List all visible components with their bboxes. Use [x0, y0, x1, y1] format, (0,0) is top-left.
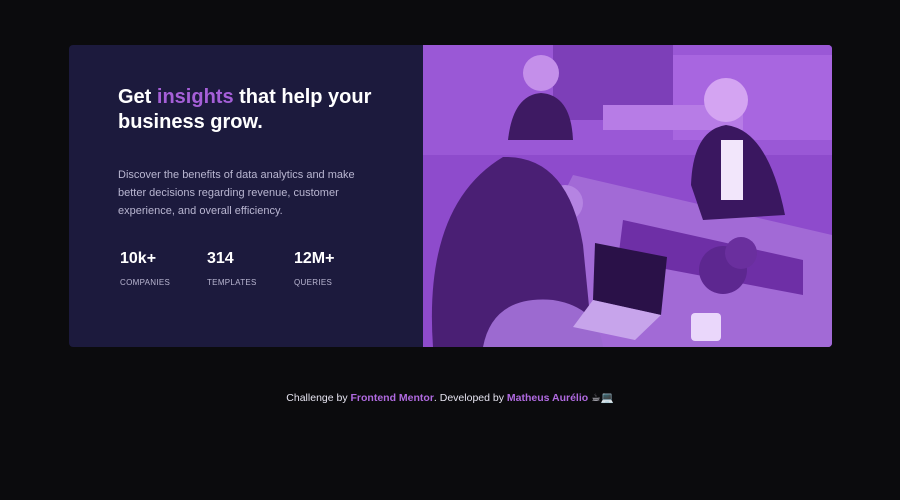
card-content: Get insights that help your business gro… [69, 45, 423, 347]
attribution: Challenge by Frontend Mentor. Developed … [0, 391, 900, 404]
stats-preview-card: Get insights that help your business gro… [69, 45, 832, 347]
attribution-prefix: Challenge by [286, 392, 351, 404]
stat-templates: 314 TEMPLATES [207, 249, 294, 287]
stat-queries: 12M+ QUERIES [294, 249, 381, 287]
headline-prefix: Get [118, 86, 157, 108]
author-link[interactable]: Matheus Aurélio [507, 392, 588, 404]
stat-value: 12M+ [294, 250, 335, 267]
header-image [423, 45, 832, 347]
card-headline: Get insights that help your business gro… [118, 85, 378, 135]
stat-value: 10k+ [120, 250, 157, 267]
stat-label: TEMPLATES [207, 278, 257, 287]
card-description: Discover the benefits of data analytics … [118, 169, 355, 217]
attribution-middle: . Developed by [433, 392, 507, 404]
people-working-icon [423, 45, 832, 347]
coffee-laptop-icon: ☕💻 [591, 392, 614, 404]
headline-accent: insights [156, 86, 234, 108]
frontend-mentor-link[interactable]: Frontend Mentor [351, 392, 434, 404]
stat-label: COMPANIES [120, 278, 171, 287]
stat-companies: 10k+ COMPANIES [120, 249, 207, 287]
stat-value: 314 [207, 250, 234, 267]
stats-list: 10k+ COMPANIES 314 TEMPLATES 12M+ QUERIE… [120, 249, 381, 287]
stat-label: QUERIES [294, 278, 333, 287]
